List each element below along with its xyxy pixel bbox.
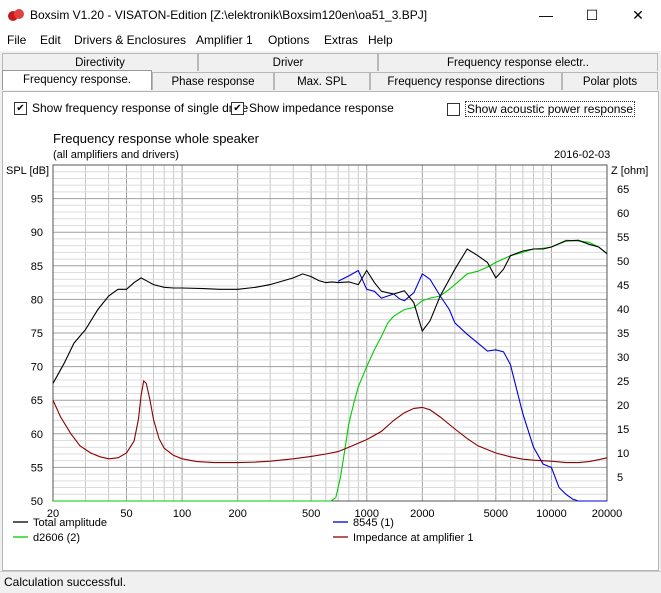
option-impedance[interactable]: ✔ Show impedance response bbox=[231, 101, 394, 115]
legend-label: d2606 (2) bbox=[33, 532, 80, 544]
chart-grid bbox=[52, 164, 608, 502]
x-tick-label: 10000 bbox=[536, 508, 567, 520]
menu-drivers-enclosures[interactable]: Drivers & Enclosures bbox=[74, 33, 186, 47]
menu-file[interactable]: File bbox=[7, 33, 26, 47]
y2-tick-label: 20 bbox=[617, 400, 629, 412]
menu-options[interactable]: Options bbox=[268, 33, 309, 47]
tab-max-spl[interactable]: Max. SPL bbox=[274, 72, 370, 90]
single-drive-checkbox[interactable]: ✔ bbox=[14, 101, 27, 115]
y2-tick-label: 50 bbox=[617, 256, 629, 268]
tab-driver[interactable]: Driver bbox=[198, 53, 378, 71]
boxsim-app-icon bbox=[8, 9, 24, 21]
menu-edit[interactable]: Edit bbox=[40, 33, 61, 47]
single-drive-label: Show frequency response of single drive bbox=[32, 101, 249, 115]
y-tick-label: 75 bbox=[31, 328, 43, 340]
chart-legend: Total amplitude 8545 (1) d2606 (2) Impedanc… bbox=[13, 517, 473, 544]
y-tick-label: 95 bbox=[31, 194, 43, 206]
acoustic-power-checkbox[interactable] bbox=[447, 102, 460, 116]
y-tick-label: 90 bbox=[31, 227, 43, 239]
y2-tick-label: 10 bbox=[617, 448, 629, 460]
maximize-button[interactable]: ☐ bbox=[569, 0, 615, 30]
menu-extras[interactable]: Extras bbox=[324, 33, 358, 47]
frequency-response-chart: Frequency response whole speaker (all am… bbox=[6, 131, 648, 544]
chart-date: 2016-02-03 bbox=[554, 149, 610, 161]
legend-label: 8545 (1) bbox=[353, 517, 394, 529]
frequency-response-panel: ✔ Show frequency response of single driv… bbox=[2, 91, 659, 571]
tab-directivity[interactable]: Directivity bbox=[2, 53, 198, 71]
y-tick-label: 55 bbox=[31, 462, 43, 474]
chart-title: Frequency response whole speaker bbox=[53, 131, 260, 146]
y2-tick-label: 5 bbox=[617, 472, 623, 484]
y2-tick-label: 30 bbox=[617, 352, 629, 364]
chart-ticks: 20 50 100 200 500 1000 2000 5000 10000 2000050556… bbox=[31, 184, 630, 520]
x-tick-label: 500 bbox=[302, 508, 320, 520]
y2-tick-label: 25 bbox=[617, 376, 629, 388]
y2-tick-label: 45 bbox=[617, 280, 629, 292]
y-tick-label: 85 bbox=[31, 261, 43, 273]
series-line-1 bbox=[52, 239, 608, 384]
y2-tick-label: 15 bbox=[617, 424, 629, 436]
menu-help[interactable]: Help bbox=[368, 33, 393, 47]
y2-tick-label: 60 bbox=[617, 208, 629, 220]
status-bar: Calculation successful. bbox=[0, 571, 661, 593]
y-tick-label: 65 bbox=[31, 395, 43, 407]
x-tick-label: 5000 bbox=[484, 508, 508, 520]
minimize-button[interactable]: — bbox=[523, 0, 569, 30]
y2-tick-label: 35 bbox=[617, 328, 629, 340]
y-tick-label: 60 bbox=[31, 429, 43, 441]
option-acoustic-power[interactable]: Show acoustic power response bbox=[447, 101, 636, 117]
menu-amplifier[interactable]: Amplifier 1 bbox=[196, 33, 253, 47]
status-text: Calculation successful. bbox=[4, 575, 127, 589]
tab-polar-plots[interactable]: Polar plots bbox=[562, 72, 658, 90]
x-tick-label: 50 bbox=[120, 508, 132, 520]
y2-tick-label: 55 bbox=[617, 232, 629, 244]
legend-label: Impedance at amplifier 1 bbox=[353, 532, 473, 544]
impedance-checkbox[interactable]: ✔ bbox=[231, 101, 244, 115]
y2-tick-label: 40 bbox=[617, 304, 629, 316]
series-line-2 bbox=[337, 269, 607, 502]
y-tick-label: 70 bbox=[31, 362, 43, 374]
impedance-label: Show impedance response bbox=[249, 101, 394, 115]
tab-frequency-response-directions[interactable]: Frequency response directions bbox=[370, 72, 562, 90]
legend-label: Total amplitude bbox=[33, 517, 107, 529]
window-title: Boxsim V1.20 - VISATON-Edition [Z:\elekt… bbox=[30, 8, 428, 22]
x-tick-label: 100 bbox=[173, 508, 191, 520]
chart-subtitle: (all amplifiers and drivers) bbox=[53, 149, 179, 161]
title-bar: Boxsim V1.20 - VISATON-Edition [Z:\elekt… bbox=[0, 0, 661, 30]
tab-frequency-response[interactable]: Frequency response. bbox=[2, 70, 152, 90]
tab-strip: Directivity Driver Frequency response el… bbox=[0, 51, 661, 91]
x-tick-label: 20000 bbox=[592, 508, 623, 520]
x-tick-label: 2000 bbox=[410, 508, 434, 520]
menu-bar: File Edit Drivers & Enclosures Amplifier… bbox=[0, 30, 661, 51]
tab-frequency-response-electr[interactable]: Frequency response electr.. bbox=[378, 53, 658, 71]
x-tick-label: 200 bbox=[228, 508, 246, 520]
y2-axis-label: Z [ohm] bbox=[611, 165, 648, 177]
y-tick-label: 80 bbox=[31, 294, 43, 306]
y2-tick-label: 65 bbox=[617, 184, 629, 196]
y-axis-label: SPL [dB] bbox=[6, 165, 49, 177]
y-tick-label: 50 bbox=[31, 496, 43, 508]
tab-phase-response[interactable]: Phase response bbox=[152, 72, 274, 90]
close-button[interactable]: ✕ bbox=[615, 0, 661, 30]
acoustic-power-label: Show acoustic power response bbox=[465, 101, 636, 117]
option-single-drive[interactable]: ✔ Show frequency response of single driv… bbox=[14, 101, 248, 115]
